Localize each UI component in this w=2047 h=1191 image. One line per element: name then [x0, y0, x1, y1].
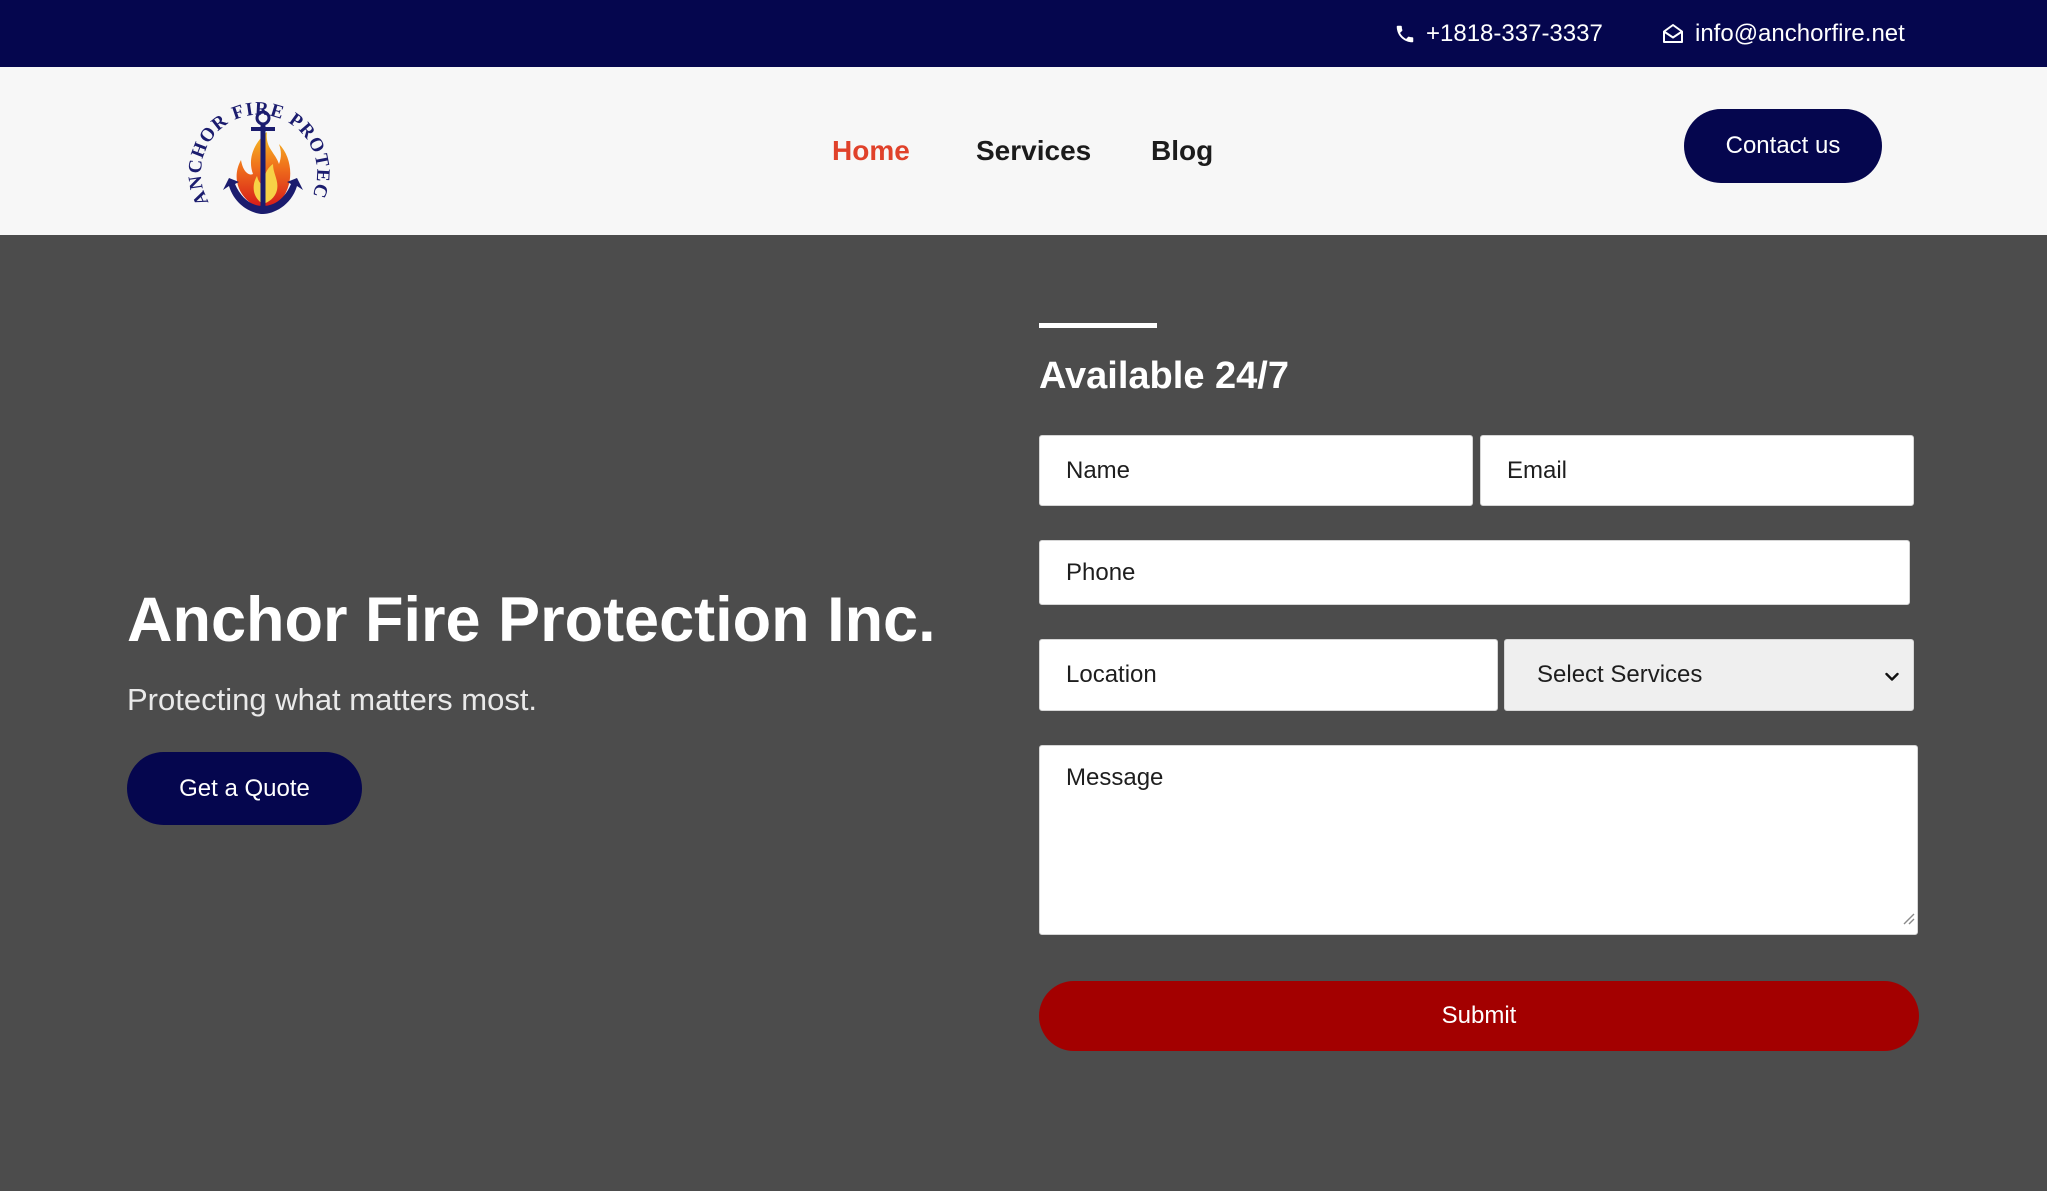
get-quote-button[interactable]: Get a Quote — [127, 752, 362, 825]
topbar-phone-text: +1818-337-3337 — [1426, 19, 1603, 47]
form-accent-line — [1039, 323, 1157, 328]
topbar-email[interactable]: info@anchorfire.net — [1661, 0, 1905, 67]
name-field[interactable]: Name — [1039, 435, 1473, 506]
resize-grip-icon[interactable] — [1901, 904, 1915, 932]
submit-button[interactable]: Submit — [1039, 981, 1919, 1051]
site-header: ANCHOR FIRE PROTECTION INC. Home Service… — [0, 66, 2047, 235]
email-field[interactable]: Email — [1480, 435, 1914, 506]
phone-placeholder: Phone — [1066, 558, 1136, 586]
hero-subtitle: Protecting what matters most. — [127, 682, 538, 717]
services-select[interactable]: Select Services — [1504, 639, 1914, 711]
topbar-email-text: info@anchorfire.net — [1695, 19, 1905, 47]
envelope-icon — [1661, 22, 1685, 46]
message-textarea[interactable]: Message — [1039, 745, 1918, 935]
hero-title: Anchor Fire Protection Inc. — [127, 585, 936, 655]
form-title: Available 24/7 — [1039, 355, 1289, 397]
topbar-phone[interactable]: +1818-337-3337 — [1394, 0, 1603, 67]
location-field[interactable]: Location — [1039, 639, 1498, 711]
nav-blog[interactable]: Blog — [1151, 67, 1213, 235]
email-placeholder: Email — [1507, 456, 1568, 484]
location-placeholder: Location — [1066, 661, 1157, 688]
services-select-value: Select Services — [1537, 661, 1703, 688]
nav-services[interactable]: Services — [976, 67, 1091, 235]
message-placeholder: Message — [1066, 764, 1164, 791]
phone-icon — [1394, 22, 1416, 46]
contact-us-button[interactable]: Contact us — [1684, 109, 1882, 183]
name-placeholder: Name — [1066, 456, 1131, 484]
nav-home[interactable]: Home — [832, 67, 910, 235]
phone-field[interactable]: Phone — [1039, 540, 1910, 605]
chevron-down-icon — [1885, 661, 1899, 689]
top-contact-bar: +1818-337-3337 info@anchorfire.net — [0, 0, 2047, 67]
